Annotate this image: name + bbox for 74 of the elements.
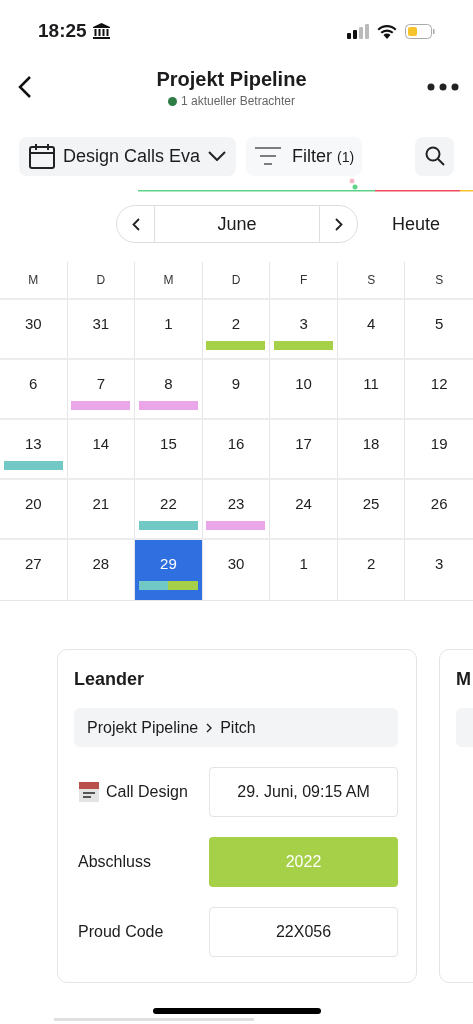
day-cell[interactable]: 4 <box>337 300 406 358</box>
field-label: Abschluss <box>78 852 151 872</box>
day-cell[interactable]: 10 <box>270 360 338 418</box>
day-cell[interactable]: 27 <box>0 540 68 600</box>
more-icon <box>427 83 459 91</box>
search-icon <box>424 146 445 166</box>
chevron-right-icon <box>206 722 213 733</box>
day-cell[interactable]: 16 <box>202 420 271 478</box>
weekday-label: S <box>367 272 376 289</box>
day-cell[interactable]: 7 <box>67 360 136 418</box>
weekday-label: F <box>299 272 308 289</box>
day-cell[interactable]: 30 <box>0 300 68 358</box>
weekday-label: D <box>231 272 241 289</box>
day-cell[interactable]: 30 <box>202 540 271 600</box>
wifi-icon <box>377 23 397 39</box>
chevron-left-icon <box>131 217 140 231</box>
page-title: Projekt Pipeline <box>156 67 307 92</box>
day-cell[interactable]: 13 <box>0 420 68 478</box>
filter-icon <box>254 146 283 166</box>
day-cell[interactable]: 9 <box>202 360 271 418</box>
value-field[interactable]: 22X056 <box>209 907 398 957</box>
day-cell[interactable]: 11 <box>337 360 406 418</box>
clock-time: 18:25 <box>38 18 87 43</box>
card-title: Leander <box>74 668 146 690</box>
day-cell[interactable]: 29 <box>135 540 203 600</box>
value-field[interactable]: 29. Juni, 09:15 AM <box>209 767 398 817</box>
chevron-right-icon <box>334 217 343 231</box>
month-label: June <box>216 212 258 236</box>
day-cell[interactable]: 24 <box>270 480 338 538</box>
day-cell[interactable]: 21 <box>67 480 136 538</box>
day-cell[interactable]: 1 <box>135 300 203 358</box>
record-card[interactable]: Leander Projekt Pipeline Pitch Call Design 29. Juni, 09:15 AM Abschluss 2022 Proud Code 22X056 <box>57 649 417 983</box>
breadcrumb-item[interactable]: Pitch <box>220 715 256 740</box>
day-cell[interactable]: 6 <box>0 360 68 418</box>
day-cell[interactable]: 31 <box>67 300 136 358</box>
weekday-label: M <box>163 272 174 289</box>
breadcrumb-item[interactable]: Projekt Pipeline <box>87 715 199 740</box>
weekday-label: D <box>96 272 106 289</box>
weekday-label: S <box>435 272 444 289</box>
day-cell[interactable]: 3 <box>270 300 338 358</box>
day-cell[interactable]: 3 <box>405 540 473 600</box>
bank-icon <box>92 23 110 39</box>
record-card[interactable]: M <box>439 649 473 983</box>
day-cell[interactable]: 1 <box>270 540 338 600</box>
weekday-label: M <box>28 272 39 289</box>
today-button[interactable]: Heute <box>392 210 441 238</box>
field-label: Proud Code <box>78 922 164 942</box>
day-cell[interactable]: 20 <box>0 480 68 538</box>
day-cell[interactable]: 14 <box>67 420 136 478</box>
signal-icon <box>347 23 369 39</box>
search-button[interactable] <box>415 136 454 176</box>
day-cell[interactable]: 23 <box>202 480 271 538</box>
day-cell[interactable]: 19 <box>405 420 473 478</box>
day-cell[interactable]: 22 <box>135 480 203 538</box>
battery-icon <box>405 23 435 39</box>
card-title: M <box>456 668 472 690</box>
viewer-count: 1 aktueller Betrachter <box>180 93 296 110</box>
day-cell[interactable]: 18 <box>337 420 406 478</box>
chevron-down-icon <box>208 151 227 161</box>
day-cell[interactable]: 17 <box>270 420 338 478</box>
calendar-icon <box>29 143 55 169</box>
day-cell[interactable]: 5 <box>405 300 473 358</box>
day-cell[interactable]: 26 <box>405 480 473 538</box>
day-cell[interactable]: 25 <box>337 480 406 538</box>
day-cell[interactable]: 15 <box>135 420 203 478</box>
calendar-icon <box>78 781 100 803</box>
calendar-select[interactable]: Design Calls Eva <box>19 136 237 176</box>
field-label: Call Design <box>106 782 188 802</box>
back-icon <box>18 75 32 99</box>
day-cell[interactable]: 12 <box>405 360 473 418</box>
day-cell[interactable]: 8 <box>135 360 203 418</box>
day-cell[interactable]: 2 <box>202 300 271 358</box>
filter-button[interactable]: Filter (1) <box>246 136 363 176</box>
day-cell[interactable]: 2 <box>337 540 406 600</box>
